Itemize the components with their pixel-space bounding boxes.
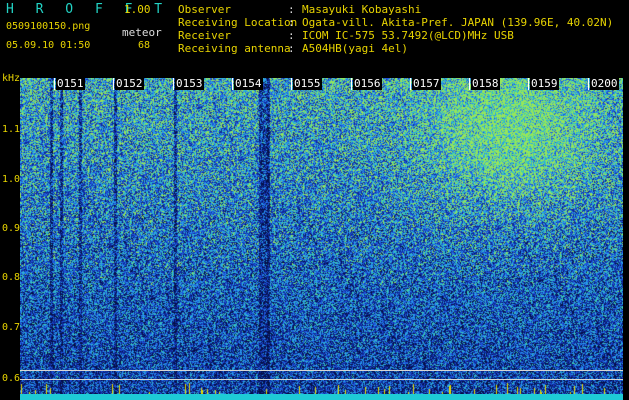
- yaxis-unit-label: kHz: [2, 73, 21, 84]
- meta-row-observer: Observer: Masayuki Kobayashi: [178, 3, 421, 16]
- frequency-marker-line: [20, 370, 623, 371]
- time-tick-mark: [588, 78, 589, 90]
- meta-row-receiver: Receiver: ICOM IC-575 53.7492(@LCD)MHz US…: [178, 29, 514, 42]
- meta-label: Receiving antenna: [178, 42, 291, 55]
- meta-value: ICOM IC-575 53.7492(@LCD)MHz USB: [302, 29, 514, 42]
- time-tick-label: 0151: [56, 77, 85, 90]
- time-tick-label: 0156: [353, 77, 382, 90]
- meta-row-antenna: Receiving antenna: A504HB(yagi 4el): [178, 42, 408, 55]
- time-tick-label: 0200: [590, 77, 619, 90]
- time-tick-label: 0152: [115, 77, 144, 90]
- spectrogram-plot: [20, 78, 623, 394]
- time-tick-label: 0158: [471, 77, 500, 90]
- meta-value: Masayuki Kobayashi: [302, 3, 422, 16]
- meta-label: Observer: [178, 3, 231, 16]
- time-tick-label: 0159: [530, 77, 559, 90]
- yaxis-tick-label: 1.1: [2, 124, 21, 135]
- meta-colon: :: [288, 3, 295, 16]
- frequency-marker-line: [20, 379, 623, 380]
- meta-value: Ogata-vill. Akita-Pref. JAPAN (139.96E, …: [302, 16, 614, 29]
- meta-row-location: Receiving Location: Ogata-vill. Akita-Pre…: [178, 16, 613, 29]
- time-tick-label: 0154: [234, 77, 263, 90]
- time-tick-mark: [54, 78, 55, 90]
- app-version: 1.00: [124, 3, 151, 16]
- time-tick-label: 0155: [293, 77, 322, 90]
- meta-colon: :: [288, 29, 295, 42]
- meta-colon: :: [288, 42, 295, 55]
- image-filename: 0509100150.png: [6, 21, 91, 32]
- yaxis-tick-label: 1.0: [2, 174, 21, 185]
- yaxis-tick-label: 0.7: [2, 322, 21, 333]
- meta-label: Receiving Location: [178, 16, 298, 29]
- meta-label: Receiver: [178, 29, 231, 42]
- header-panel: H R O F F T 1.00 0509100150.png meteor 0…: [0, 0, 629, 75]
- meta-value: A504HB(yagi 4el): [302, 42, 408, 55]
- yaxis-tick-label: 0.8: [2, 272, 21, 283]
- time-tick-mark: [528, 78, 529, 90]
- meta-colon: :: [288, 16, 295, 29]
- time-tick-mark: [113, 78, 114, 90]
- time-tick-mark: [410, 78, 411, 90]
- time-tick-mark: [291, 78, 292, 90]
- meteor-count: 68: [138, 40, 151, 51]
- time-tick-mark: [232, 78, 233, 90]
- spectrogram-canvas: [20, 78, 623, 394]
- yaxis-tick-label: 0.9: [2, 223, 21, 234]
- time-tick-label: 0153: [175, 77, 204, 90]
- meteor-label: meteor: [122, 26, 162, 39]
- spectrogram-baseline: [20, 394, 623, 400]
- time-tick-mark: [469, 78, 470, 90]
- time-tick-label: 0157: [412, 77, 441, 90]
- time-tick-mark: [173, 78, 174, 90]
- time-tick-mark: [351, 78, 352, 90]
- observation-datetime: 05.09.10 01:50: [6, 40, 91, 51]
- yaxis-tick-label: 0.6: [2, 373, 21, 384]
